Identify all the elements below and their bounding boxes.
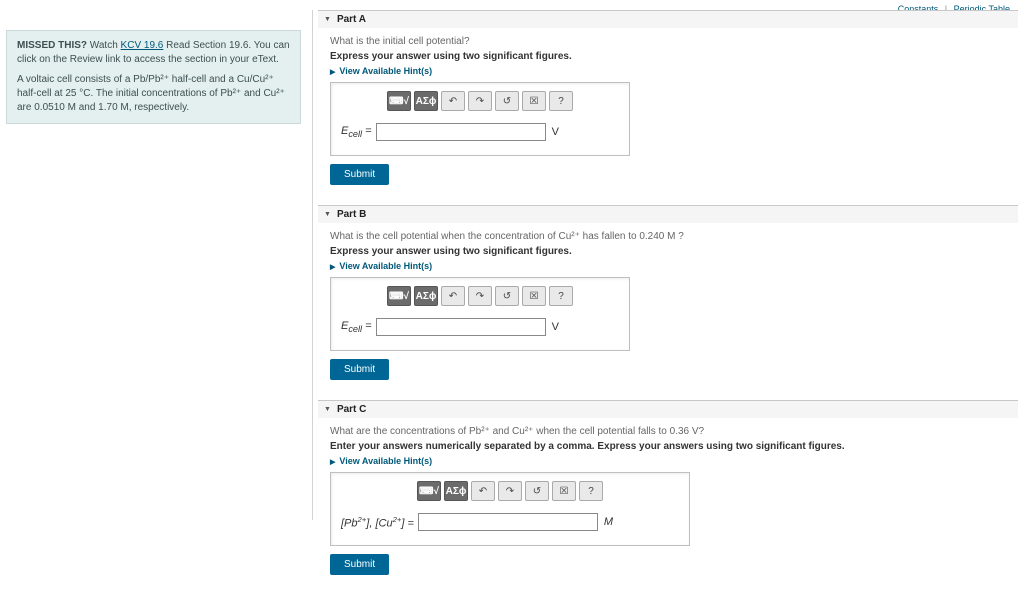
part-b-submit-button[interactable]: Submit [330, 359, 389, 380]
part-a-submit-button[interactable]: Submit [330, 164, 389, 185]
redo-icon[interactable]: ↷ [498, 481, 522, 501]
part-c-answer-box: ⌨√ ΑΣϕ ↶ ↷ ↺ ☒ ? [Pb2+], [Cu2+] = M [330, 472, 690, 546]
part-b-question: What is the cell potential when the conc… [330, 231, 1006, 242]
kcv-link[interactable]: KCV 19.6 [121, 40, 164, 51]
symbols-icon[interactable]: ΑΣϕ [414, 91, 438, 111]
part-b-instruction: Express your answer using two significan… [330, 246, 1006, 257]
part-c-instruction: Enter your answers numerically separated… [330, 441, 1006, 452]
part-b-input-label: Ecell = [341, 320, 372, 334]
undo-icon[interactable]: ↶ [471, 481, 495, 501]
part-c-hints[interactable]: View Available Hint(s) [330, 456, 1006, 466]
part-c-submit-button[interactable]: Submit [330, 554, 389, 575]
redo-icon[interactable]: ↷ [468, 286, 492, 306]
undo-icon[interactable]: ↶ [441, 91, 465, 111]
reset-icon[interactable]: ↺ [495, 286, 519, 306]
part-c-unit: M [604, 516, 613, 528]
part-b-hints[interactable]: View Available Hint(s) [330, 261, 1006, 271]
problem-text: A voltaic cell consists of a Pb/Pb²⁺ hal… [17, 73, 290, 115]
missed-label: MISSED THIS? [17, 40, 87, 51]
flag-icon[interactable]: ☒ [552, 481, 576, 501]
keyboard-icon[interactable]: ⌨√ [417, 481, 441, 501]
flag-icon[interactable]: ☒ [522, 286, 546, 306]
part-a-hints[interactable]: View Available Hint(s) [330, 66, 1006, 76]
help-icon[interactable]: ? [549, 91, 573, 111]
part-c-header[interactable]: Part C [318, 401, 1018, 418]
problem-statement-box: MISSED THIS? Watch KCV 19.6 Read Section… [6, 30, 301, 124]
reset-icon[interactable]: ↺ [495, 91, 519, 111]
undo-icon[interactable]: ↶ [441, 286, 465, 306]
part-b: Part B What is the cell potential when t… [318, 205, 1018, 390]
part-a: Part A What is the initial cell potentia… [318, 10, 1018, 195]
part-c-input[interactable] [418, 513, 598, 531]
part-a-input-label: Ecell = [341, 125, 372, 139]
part-a-instruction: Express your answer using two significan… [330, 51, 1006, 62]
symbols-icon[interactable]: ΑΣϕ [444, 481, 468, 501]
part-b-header[interactable]: Part B [318, 206, 1018, 223]
keyboard-icon[interactable]: ⌨√ [387, 91, 411, 111]
part-a-unit: V [552, 126, 559, 138]
symbols-icon[interactable]: ΑΣϕ [414, 286, 438, 306]
watch-label: Watch [90, 40, 121, 51]
part-a-answer-box: ⌨√ ΑΣϕ ↶ ↷ ↺ ☒ ? Ecell = V [330, 82, 630, 156]
part-c-question: What are the concentrations of Pb²⁺ and … [330, 426, 1006, 437]
help-icon[interactable]: ? [579, 481, 603, 501]
vertical-divider [312, 10, 313, 520]
part-c-input-label: [Pb2+], [Cu2+] = [341, 515, 414, 530]
part-c: Part C What are the concentrations of Pb… [318, 400, 1018, 585]
part-b-input[interactable] [376, 318, 546, 336]
part-a-input[interactable] [376, 123, 546, 141]
part-a-header[interactable]: Part A [318, 11, 1018, 28]
part-b-unit: V [552, 321, 559, 333]
keyboard-icon[interactable]: ⌨√ [387, 286, 411, 306]
part-a-question: What is the initial cell potential? [330, 36, 1006, 47]
redo-icon[interactable]: ↷ [468, 91, 492, 111]
flag-icon[interactable]: ☒ [522, 91, 546, 111]
part-b-answer-box: ⌨√ ΑΣϕ ↶ ↷ ↺ ☒ ? Ecell = V [330, 277, 630, 351]
reset-icon[interactable]: ↺ [525, 481, 549, 501]
help-icon[interactable]: ? [549, 286, 573, 306]
